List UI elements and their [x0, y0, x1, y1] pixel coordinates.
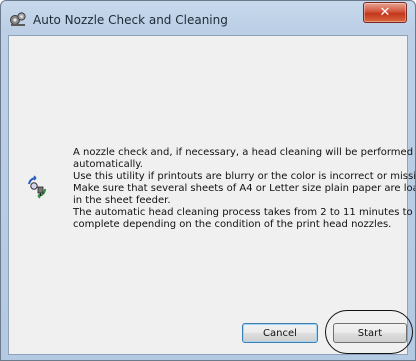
gears-icon	[9, 11, 27, 27]
message-line: Make sure that several sheets of A4 or L…	[73, 183, 416, 194]
dialog-body: A nozzle check and, if necessary, a head…	[8, 35, 416, 355]
message-line: A nozzle check and, if necessary, a head…	[73, 147, 414, 158]
message-line: Use this utility if printouts are blurry…	[73, 171, 416, 182]
message-line: complete depending on the condition of t…	[73, 219, 392, 230]
close-icon: ✕	[379, 5, 391, 20]
message-line: The automatic head cleaning process take…	[73, 207, 413, 218]
cancel-button-label: Cancel	[263, 327, 297, 339]
highlight-circle	[325, 310, 413, 354]
close-button[interactable]: ✕	[363, 2, 407, 23]
cancel-button[interactable]: Cancel	[242, 323, 318, 343]
nozzle-check-icon	[25, 175, 49, 199]
instruction-text: A nozzle check and, if necessary, a head…	[73, 147, 416, 231]
window-title: Auto Nozzle Check and Cleaning	[33, 13, 228, 27]
title-bar[interactable]: Auto Nozzle Check and Cleaning ✕	[1, 1, 415, 37]
dialog-window: Auto Nozzle Check and Cleaning ✕ A nozzl…	[0, 0, 416, 361]
message-line: automatically.	[73, 159, 143, 170]
message-line: in the sheet feeder.	[73, 195, 171, 206]
